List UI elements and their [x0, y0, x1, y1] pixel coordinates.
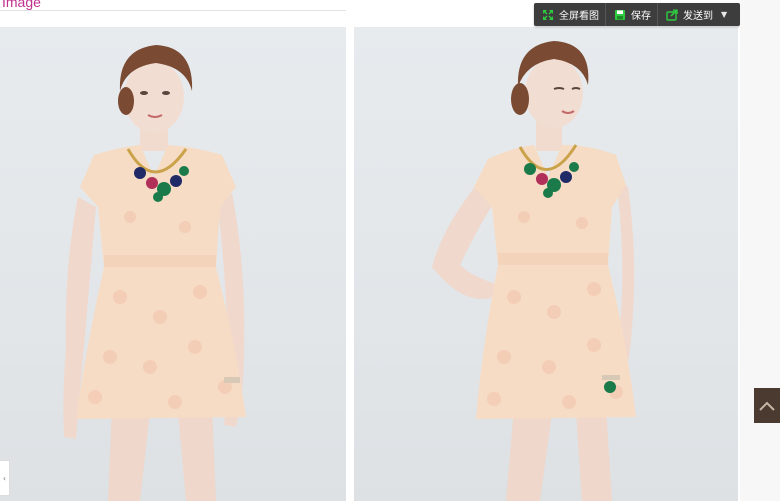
save-label: 保存: [631, 11, 651, 22]
chevron-left-icon: ‹: [2, 473, 7, 483]
image-viewer-page: Image 全屏看图 保存 发送到 ▼ ‹: [0, 0, 780, 501]
send-to-button[interactable]: 发送到 ▼: [658, 3, 733, 26]
chevron-up-icon: [759, 396, 775, 415]
side-gutter: [740, 0, 780, 501]
product-photo-front[interactable]: [0, 27, 346, 501]
caret-down-icon[interactable]: ▼: [721, 10, 727, 19]
floppy-disk-icon: [614, 9, 626, 21]
image-toolbar: 全屏看图 保存 发送到 ▼: [534, 3, 740, 26]
model-side-illustration: [432, 41, 636, 501]
fullscreen-view-button[interactable]: 全屏看图: [534, 3, 606, 26]
expand-icon: [542, 9, 554, 21]
send-to-icon: [666, 9, 678, 21]
title-divider: [0, 10, 346, 11]
save-button[interactable]: 保存: [606, 3, 658, 26]
fullscreen-view-label: 全屏看图: [559, 11, 599, 22]
model-front-illustration: [63, 45, 246, 501]
left-edge-tab[interactable]: ‹: [0, 460, 10, 496]
product-photo-side[interactable]: [354, 27, 738, 501]
back-to-top-button[interactable]: [754, 388, 780, 423]
send-to-label: 发送到: [683, 11, 713, 22]
section-title: Image: [2, 0, 41, 10]
